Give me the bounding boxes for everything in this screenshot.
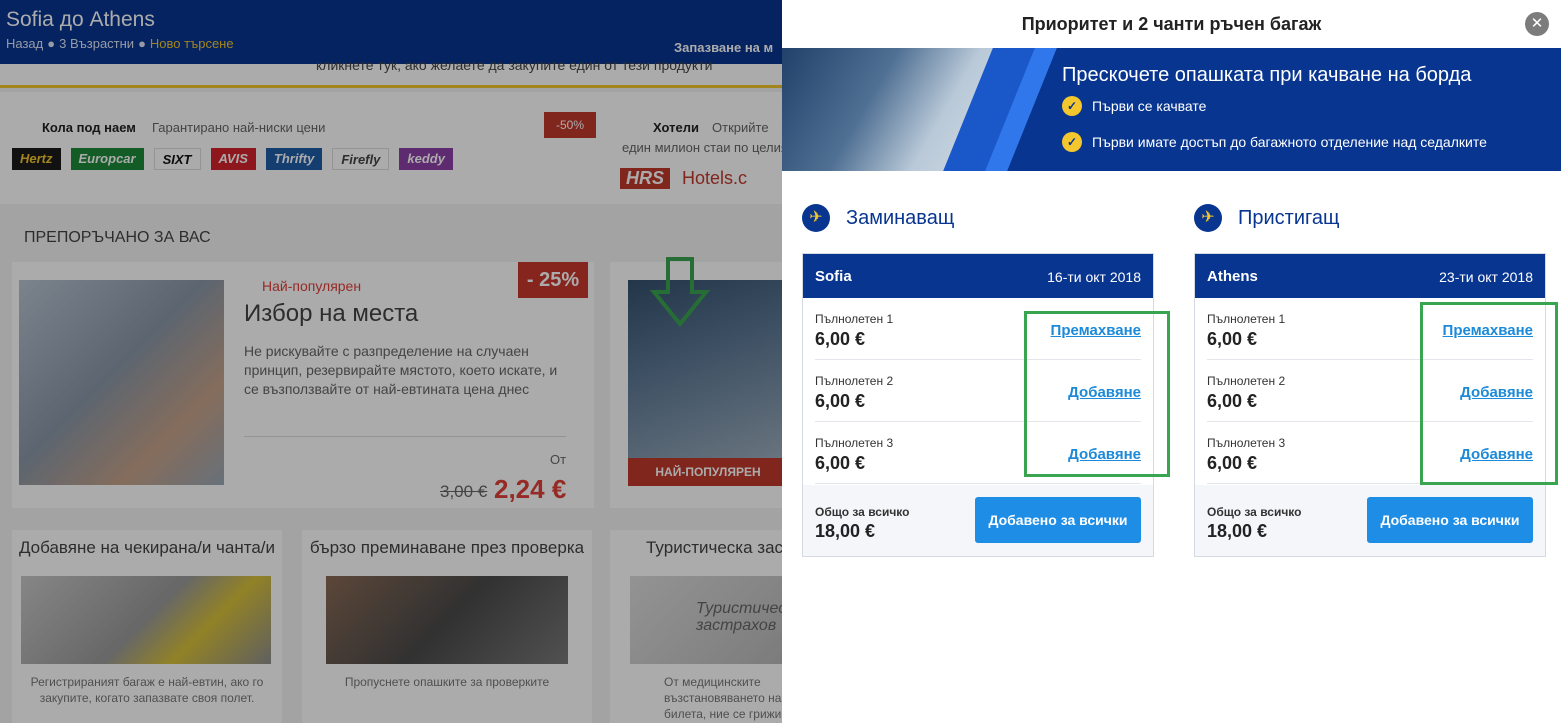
passenger-name: Пълнолетен 2 xyxy=(815,374,894,388)
total-price: 18,00 € xyxy=(1207,521,1268,541)
passenger-price: 6,00 € xyxy=(1207,391,1258,411)
total-label: Общо за всичко xyxy=(1207,505,1302,519)
checkmark-icon: ✓ xyxy=(1062,96,1082,116)
inbound-heading: ✈ Пристигащ xyxy=(1194,204,1339,232)
total-price: 18,00 € xyxy=(815,521,876,541)
annotation-highlight-box xyxy=(1420,302,1558,485)
added-for-all-button[interactable]: Добавено за всички xyxy=(975,497,1141,543)
passenger-price: 6,00 € xyxy=(815,329,866,349)
passenger-name: Пълнолетен 3 xyxy=(1207,436,1286,450)
passenger-price: 6,00 € xyxy=(1207,329,1258,349)
outbound-heading: ✈ Заминаващ xyxy=(802,204,954,232)
checkmark-icon: ✓ xyxy=(1062,132,1082,152)
benefit-text: Първи имате достъп до багажното отделени… xyxy=(1092,134,1487,150)
priority-hero-banner: Прескочете опашката при качване на борда… xyxy=(782,48,1561,171)
modal-backdrop[interactable] xyxy=(0,0,782,723)
passenger-name: Пълнолетен 1 xyxy=(815,312,894,326)
priority-bag-modal: Приоритет и 2 чанти ръчен багаж ✕ Преско… xyxy=(782,0,1561,723)
benefit-item: ✓ Първи се качвате xyxy=(1062,96,1206,116)
background-page: Sofia до Athens Назад ● 3 Възрастни ● Ново т… xyxy=(0,0,782,723)
flight-date: 23-ти окт 2018 xyxy=(1439,269,1533,285)
hero-headline: Прескочете опашката при качване на борда xyxy=(1062,64,1472,86)
passenger-price: 6,00 € xyxy=(815,391,866,411)
total-label: Общо за всичко xyxy=(815,505,910,519)
outbound-label: Заминаващ xyxy=(846,206,955,229)
annotation-highlight-box xyxy=(1024,311,1170,477)
passenger-name: Пълнолетен 2 xyxy=(1207,374,1286,388)
flight-header: Sofia 16-ти окт 2018 xyxy=(803,254,1153,298)
passenger-name: Пълнолетен 3 xyxy=(815,436,894,450)
modal-title: Приоритет и 2 чанти ръчен багаж xyxy=(1021,14,1322,34)
flight-city: Athens xyxy=(1207,268,1258,285)
benefit-item: ✓ Първи имате достъп до багажното отделе… xyxy=(1062,132,1487,152)
flight-header: Athens 23-ти окт 2018 xyxy=(1195,254,1545,298)
passenger-price: 6,00 € xyxy=(815,453,866,473)
close-button[interactable]: ✕ xyxy=(1525,12,1549,36)
plane-icon: ✈ xyxy=(1194,204,1222,232)
benefit-text: Първи се качвате xyxy=(1092,98,1207,114)
inbound-label: Пристигащ xyxy=(1238,206,1340,229)
plane-icon: ✈ xyxy=(802,204,830,232)
passenger-name: Пълнолетен 1 xyxy=(1207,312,1286,326)
total-row: Общо за всичко 18,00 € Добавено за всичк… xyxy=(803,485,1153,556)
flight-date: 16-ти окт 2018 xyxy=(1047,269,1141,285)
added-for-all-button[interactable]: Добавено за всички xyxy=(1367,497,1533,543)
flight-city: Sofia xyxy=(815,268,852,285)
passenger-price: 6,00 € xyxy=(1207,453,1258,473)
modal-header: Приоритет и 2 чанти ръчен багаж ✕ xyxy=(782,0,1561,48)
total-row: Общо за всичко 18,00 € Добавено за всичк… xyxy=(1195,485,1545,556)
